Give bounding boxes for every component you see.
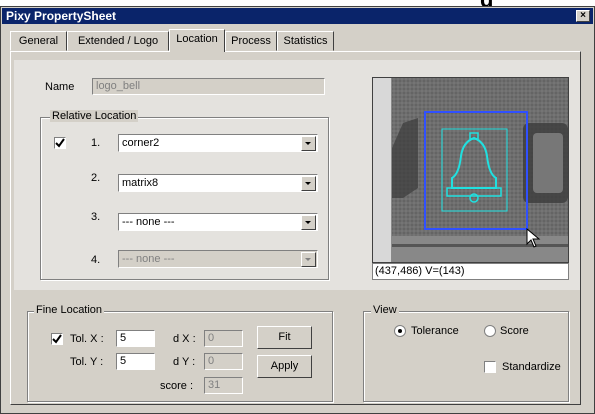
- tab-extended-logo[interactable]: Extended / Logo: [67, 31, 169, 51]
- dx-label: d X :: [173, 333, 196, 345]
- apply-button[interactable]: Apply: [257, 355, 312, 378]
- chevron-down-icon[interactable]: [301, 215, 316, 230]
- row4-number: 4.: [91, 254, 101, 266]
- tab-process[interactable]: Process: [225, 31, 277, 51]
- dy-label: d Y :: [173, 356, 196, 368]
- dy-field: 0: [204, 353, 243, 370]
- tol-y-field[interactable]: 5: [116, 353, 155, 370]
- tol-x-label: Tol. X :: [70, 333, 104, 345]
- tab-statistics[interactable]: Statistics: [277, 31, 334, 51]
- fine-location-legend: Fine Location: [34, 304, 105, 316]
- row4-value: --- none ---: [122, 253, 175, 265]
- row1-checkbox[interactable]: [54, 137, 66, 149]
- dx-field: 0: [204, 330, 243, 347]
- chevron-down-icon[interactable]: [301, 176, 316, 191]
- tol-y-label: Tol. Y :: [70, 356, 104, 368]
- close-icon: ×: [580, 10, 586, 21]
- row2-number: 2.: [91, 172, 101, 184]
- score-radio[interactable]: [484, 325, 496, 337]
- score-label: score :: [160, 380, 194, 392]
- fit-button[interactable]: Fit: [257, 326, 312, 349]
- view-group: [363, 311, 569, 402]
- tab-location[interactable]: Location: [169, 29, 225, 52]
- close-button[interactable]: ×: [576, 10, 590, 22]
- name-field: logo_bell: [92, 78, 325, 95]
- title-bar[interactable]: Pixy PropertySheet ×: [2, 8, 593, 24]
- window-title: Pixy PropertySheet: [6, 9, 117, 23]
- preview-image[interactable]: [372, 77, 569, 263]
- row2-combo[interactable]: matrix8: [118, 174, 318, 192]
- tol-x-field[interactable]: 5: [116, 330, 155, 347]
- row1-combo[interactable]: corner2: [118, 134, 318, 152]
- name-label: Name: [45, 81, 75, 93]
- tolerance-label: Tolerance: [411, 325, 459, 337]
- camera-image: [373, 78, 568, 262]
- chevron-down-icon[interactable]: [301, 136, 316, 151]
- chevron-down-icon: [301, 252, 316, 267]
- tol-x-checkbox[interactable]: [51, 333, 63, 345]
- row3-number: 3.: [91, 211, 101, 223]
- relative-location-legend: Relative Location: [50, 110, 139, 122]
- score-field: 31: [204, 377, 243, 394]
- row2-value: matrix8: [122, 177, 159, 189]
- radio-dot-icon: [398, 329, 402, 333]
- checkmark-icon: [55, 138, 65, 148]
- row1-number: 1.: [91, 137, 101, 149]
- row3-combo[interactable]: --- none ---: [118, 213, 318, 231]
- row4-combo: --- none ---: [118, 250, 318, 268]
- score-radio-label: Score: [500, 325, 529, 337]
- tolerance-radio[interactable]: [394, 325, 406, 337]
- row1-value: corner2: [122, 137, 160, 149]
- tab-general[interactable]: General: [10, 31, 67, 51]
- row3-value: --- none ---: [122, 216, 175, 228]
- standardize-checkbox[interactable]: [484, 361, 496, 373]
- standardize-label: Standardize: [502, 361, 561, 373]
- checkmark-icon: [52, 334, 62, 344]
- coords-readout: (437,486) V=(143): [372, 263, 569, 280]
- view-legend: View: [371, 304, 399, 316]
